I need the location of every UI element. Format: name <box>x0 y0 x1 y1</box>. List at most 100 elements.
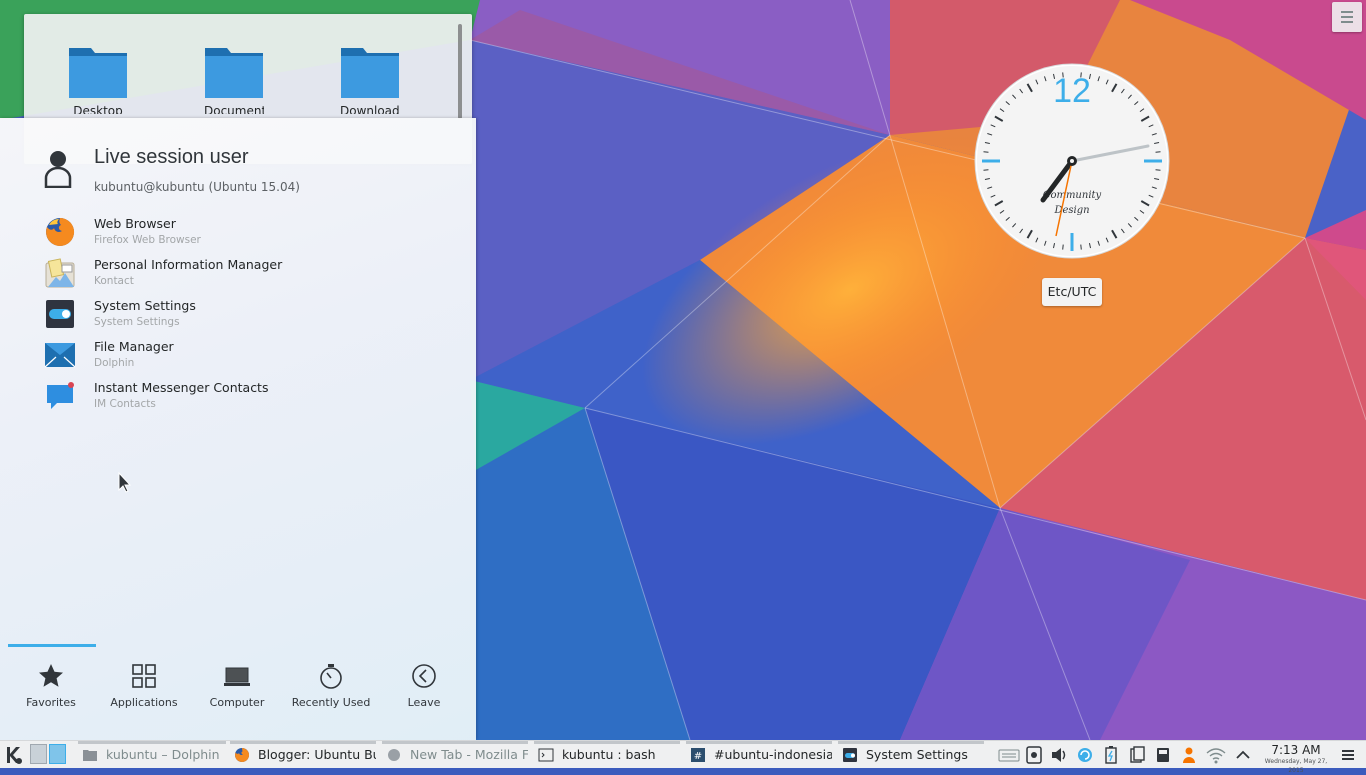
launcher-tabs: Favorites Applications Computer Recently… <box>0 658 476 718</box>
tab-recently-used[interactable]: Recently Used <box>285 658 377 709</box>
clock-tick <box>1080 244 1082 250</box>
favorite-name: Web Browser <box>94 216 176 231</box>
favorite-description: IM Contacts <box>94 398 156 410</box>
folder-label: Downloads <box>340 104 400 114</box>
favorite-name: Personal Information Manager <box>94 257 283 272</box>
tab-label: Computer <box>209 696 265 709</box>
pager-desktop-1[interactable] <box>30 744 47 764</box>
task-label: New Tab - Mozilla F <box>410 747 528 762</box>
laptop-icon <box>224 667 250 686</box>
favorite-name: System Settings <box>94 298 196 313</box>
user-icon[interactable] <box>1180 746 1198 764</box>
task-label: System Settings <box>866 747 968 762</box>
expand-arrow-icon[interactable] <box>1234 746 1252 764</box>
clock-tick <box>1155 169 1161 171</box>
active-tab-indicator <box>8 644 96 647</box>
clock-tick <box>1062 244 1064 250</box>
tab-computer[interactable]: Computer <box>191 658 283 709</box>
tab-label: Applications <box>110 696 178 709</box>
favorite-personal-information-manager[interactable]: Personal Information Manager Kontact <box>44 253 464 294</box>
clock-tick <box>983 169 989 171</box>
firefox-icon <box>235 747 250 762</box>
stopwatch-icon <box>320 664 342 689</box>
folder-icon <box>69 48 127 98</box>
star-icon <box>39 664 63 687</box>
task-bash[interactable]: kubuntu : bash <box>534 741 680 768</box>
tab-applications[interactable]: Applications <box>98 658 190 709</box>
task-label: kubuntu – Dolphin <box>106 747 220 762</box>
mouse-pointer-icon <box>118 472 132 493</box>
folder-item-downloads[interactable]: Downloads <box>340 44 400 114</box>
devices-icon[interactable] <box>1154 746 1172 764</box>
tab-leave[interactable]: Leave <box>378 658 470 709</box>
task-system-settings[interactable]: System Settings <box>838 741 984 768</box>
clock-tick <box>983 151 989 153</box>
kontact-icon <box>45 258 75 288</box>
system-settings-icon <box>46 300 74 328</box>
user-avatar-icon <box>44 151 72 188</box>
tab-favorites[interactable]: Favorites <box>5 658 97 709</box>
folder-label: Desktop <box>73 104 123 114</box>
folder-view-scrollbar[interactable] <box>458 24 462 119</box>
folder-icon <box>205 48 263 98</box>
task-label: #ubuntu-indonesia <box>714 747 832 762</box>
browser-icon <box>388 749 400 761</box>
favorite-web-browser[interactable]: Web Browser Firefox Web Browser <box>44 212 464 253</box>
clock-brand-line2: Design <box>1053 205 1089 216</box>
panel-digital-clock[interactable]: 7:13 AM Wednesday, May 27, 2015 <box>1258 743 1334 775</box>
chat-icon: # <box>691 748 705 762</box>
folder-icon <box>83 750 97 761</box>
analog-clock-widget[interactable]: 12 Community Design <box>973 62 1171 260</box>
favorites-list: Web Browser Firefox Web Browser Personal… <box>44 212 464 417</box>
volume-icon[interactable] <box>1050 746 1068 764</box>
dolphin-icon <box>44 343 76 368</box>
favorite-description: Dolphin <box>94 357 135 369</box>
folder-label: Documents <box>204 104 264 114</box>
clock-tick <box>1155 151 1161 153</box>
folder-item-documents[interactable]: Documents <box>204 44 264 114</box>
task-label: Blogger: Ubuntu Bu <box>258 747 376 762</box>
clock-numeral: 12 <box>1053 72 1091 110</box>
task-blogger[interactable]: Blogger: Ubuntu Bu <box>230 741 376 768</box>
update-icon[interactable] <box>1076 746 1094 764</box>
favorite-im-contacts[interactable]: Instant Messenger Contacts IM Contacts <box>44 376 464 417</box>
user-host: kubuntu@kubuntu (Ubuntu 15.04) <box>94 180 300 194</box>
favorite-description: System Settings <box>94 316 180 328</box>
pager-desktop-2[interactable] <box>49 744 66 764</box>
folder-icon <box>341 48 399 98</box>
terminal-icon <box>538 748 554 762</box>
keyboard-icon[interactable] <box>998 746 1020 764</box>
task-dolphin[interactable]: kubuntu – Dolphin <box>78 741 226 768</box>
network-icon[interactable] <box>1205 746 1227 764</box>
desktop-toolbox-button[interactable] <box>1332 2 1362 32</box>
favorite-description: Firefox Web Browser <box>94 234 201 246</box>
clipboard-icon[interactable] <box>1128 746 1146 764</box>
task-new-tab[interactable]: New Tab - Mozilla F <box>382 741 528 768</box>
battery-icon[interactable] <box>1102 746 1120 764</box>
favorite-name: Instant Messenger Contacts <box>94 380 269 395</box>
user-name: Live session user <box>94 146 249 168</box>
kde-logo-icon[interactable] <box>4 745 24 765</box>
task-label: kubuntu : bash <box>562 747 656 762</box>
system-settings-icon <box>843 748 857 762</box>
panel-date: Wednesday, May 27, 2015 <box>1264 758 1328 774</box>
kde-connect-icon[interactable] <box>1025 746 1043 764</box>
favorite-file-manager[interactable]: File Manager Dolphin <box>44 335 464 376</box>
bottom-panel: kubuntu – Dolphin Blogger: Ubuntu Bu New… <box>0 740 1366 774</box>
task-irc-chat[interactable]: # #ubuntu-indonesia <box>686 741 832 768</box>
panel-menu-button[interactable] <box>1338 745 1358 765</box>
firefox-icon <box>46 217 75 246</box>
favorite-description: Kontact <box>94 275 134 287</box>
clock-timezone-label: Etc/UTC <box>1042 278 1102 306</box>
grid-icon <box>132 664 156 688</box>
folder-item-desktop[interactable]: Desktop <box>68 44 128 114</box>
panel-time: 7:13 AM <box>1271 743 1321 757</box>
tab-label: Recently Used <box>291 696 371 709</box>
application-launcher: Live session user kubuntu@kubuntu (Ubunt… <box>0 118 476 740</box>
favorite-name: File Manager <box>94 339 174 354</box>
tab-label: Leave <box>407 696 441 709</box>
svg-text:#: # <box>694 751 702 762</box>
im-contacts-icon <box>47 382 74 409</box>
tab-label: Favorites <box>26 696 76 709</box>
favorite-system-settings[interactable]: System Settings System Settings <box>44 294 464 335</box>
